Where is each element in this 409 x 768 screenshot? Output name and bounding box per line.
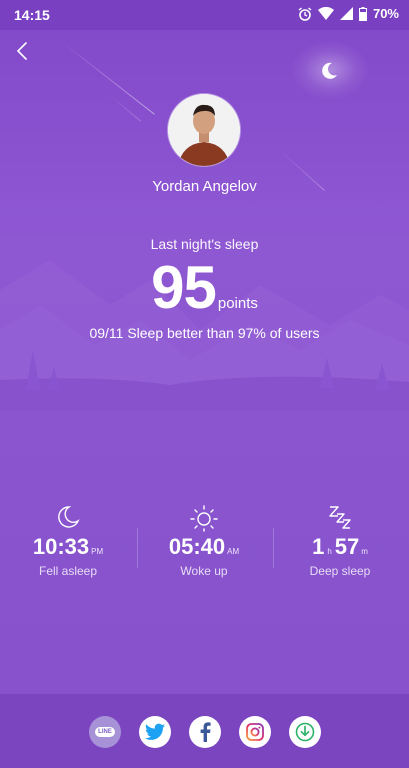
stat-label: Deep sleep bbox=[309, 564, 371, 578]
status-bar: 14:15 70% bbox=[0, 0, 409, 30]
sleep-score-value: 95 bbox=[151, 254, 217, 321]
moon-icon bbox=[58, 506, 80, 528]
sleep-comparison: 09/11 Sleep better than 97% of users bbox=[89, 325, 320, 341]
share-instagram-button[interactable] bbox=[239, 716, 271, 748]
sun-icon bbox=[190, 505, 218, 532]
stat-divider bbox=[273, 528, 274, 568]
sleep-report-screen: 14:15 70% Yordan Angelov Last night's sl… bbox=[0, 0, 409, 768]
stat-label: Woke up bbox=[180, 564, 228, 578]
shooting-star bbox=[59, 40, 155, 115]
stat-value: 05:40 bbox=[168, 534, 226, 559]
signal-icon bbox=[339, 7, 353, 20]
stat-woke-up: 05:40 AM Woke up bbox=[136, 500, 272, 590]
stat-value: 10:33 bbox=[32, 534, 90, 559]
stat-value-minutes: 57 bbox=[334, 534, 360, 559]
user-name: Yordan Angelov bbox=[152, 178, 257, 195]
share-twitter-button[interactable] bbox=[139, 716, 171, 748]
status-time: 14:15 bbox=[14, 7, 50, 23]
avatar[interactable] bbox=[168, 94, 240, 166]
twitter-icon bbox=[145, 723, 165, 740]
alarm-icon bbox=[298, 6, 312, 21]
chevron-left-icon bbox=[16, 42, 27, 60]
stat-minutes-unit: m bbox=[361, 547, 368, 556]
stat-suffix: AM bbox=[227, 547, 240, 556]
share-line-button[interactable]: LINE bbox=[89, 716, 121, 748]
share-bar: LINE bbox=[0, 694, 409, 768]
line-icon: LINE bbox=[95, 727, 115, 737]
back-button[interactable] bbox=[12, 40, 34, 62]
sleep-score-label: Last night's sleep bbox=[150, 236, 259, 252]
user-photo bbox=[168, 94, 240, 166]
sleep-stats: 10:33 PM Fell asleep 05:40 AM Woke up 1 … bbox=[0, 500, 409, 590]
battery-percent: 70% bbox=[372, 6, 399, 21]
facebook-icon bbox=[200, 722, 211, 742]
download-icon bbox=[295, 722, 315, 742]
battery-icon bbox=[358, 6, 367, 21]
stat-deep-sleep: 1 h 57 m Deep sleep bbox=[272, 500, 408, 590]
sleep-score-unit: points bbox=[217, 295, 258, 312]
wifi-icon bbox=[317, 7, 334, 20]
instagram-icon bbox=[246, 723, 264, 741]
sleep-score: 95 points bbox=[0, 258, 409, 318]
crescent-moon-icon bbox=[322, 62, 337, 79]
stat-divider bbox=[137, 528, 138, 568]
zzz-icon bbox=[329, 506, 351, 529]
stat-suffix: PM bbox=[91, 547, 104, 556]
stat-label: Fell asleep bbox=[38, 564, 98, 578]
stat-hours-unit: h bbox=[327, 547, 332, 556]
share-facebook-button[interactable] bbox=[189, 716, 221, 748]
stat-value-hours: 1 bbox=[312, 534, 325, 559]
stat-fell-asleep: 10:33 PM Fell asleep bbox=[0, 500, 136, 590]
status-icons: 70% bbox=[298, 6, 399, 21]
share-download-button[interactable] bbox=[289, 716, 321, 748]
